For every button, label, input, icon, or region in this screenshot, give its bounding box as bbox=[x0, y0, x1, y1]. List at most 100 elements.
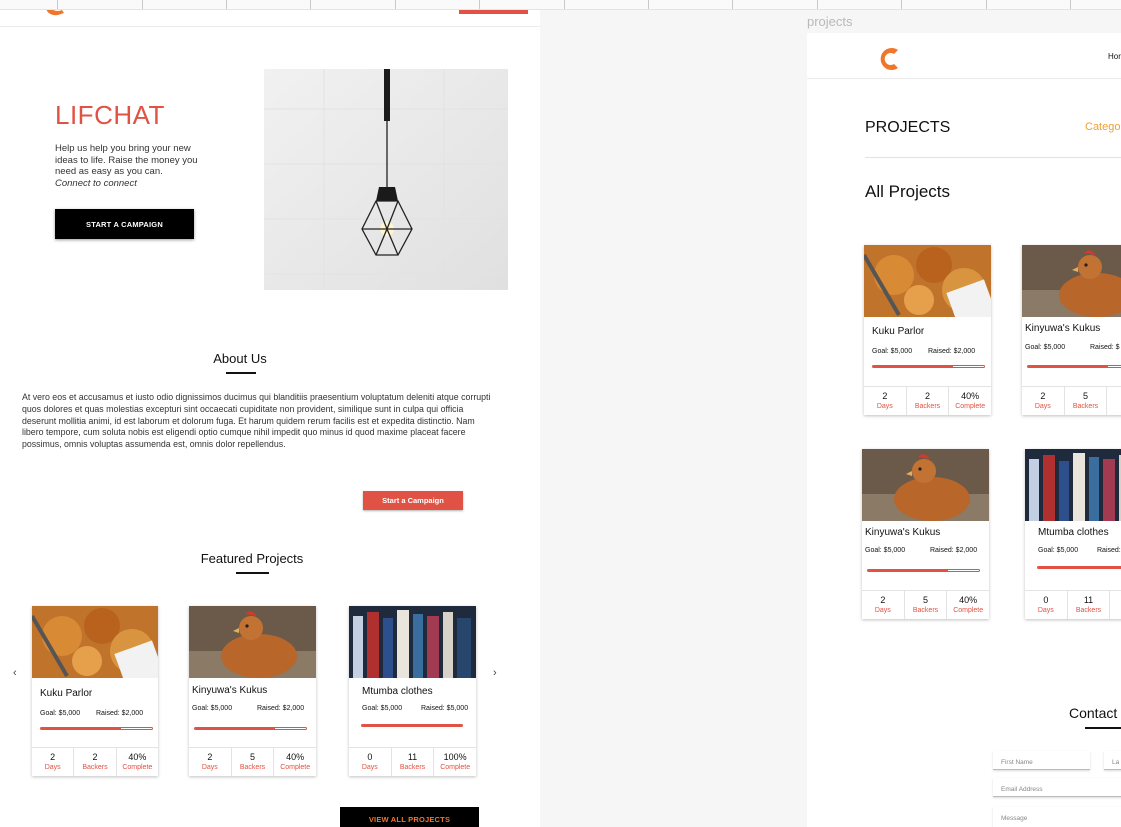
hero-title: LIFCHAT bbox=[55, 100, 165, 130]
stat-label: Backers bbox=[914, 403, 941, 410]
project-raised: Raised: $5,000 bbox=[421, 705, 469, 712]
stat-value: 2 bbox=[207, 752, 213, 762]
header-button-remnant[interactable] bbox=[459, 10, 528, 14]
contact-heading: Contact bbox=[1069, 705, 1118, 721]
project-goal: Goal: $5,000 bbox=[1038, 547, 1079, 554]
stat-label: Backers bbox=[82, 764, 108, 771]
artboard-label[interactable]: projects bbox=[807, 14, 853, 29]
stat-value: 40% bbox=[286, 752, 305, 762]
project-goal: Goal: $5,000 bbox=[1025, 344, 1066, 351]
hen-image bbox=[189, 606, 316, 678]
start-campaign-secondary-button[interactable]: Start a Campaign bbox=[363, 491, 463, 510]
fried-chicken-image bbox=[32, 606, 158, 678]
stat-backers: 11 Backers bbox=[392, 748, 435, 776]
stat-label: Complete bbox=[280, 764, 311, 771]
stat-label: Co bbox=[1110, 607, 1121, 614]
stat-days: 2 Days bbox=[32, 748, 75, 776]
ruler-tick bbox=[57, 0, 58, 9]
stat-label: Complete bbox=[122, 764, 153, 771]
funding-progress-bar bbox=[1027, 365, 1121, 368]
nav-home-link[interactable]: Hor bbox=[1108, 52, 1121, 61]
progress-fill bbox=[1038, 567, 1121, 568]
project-stats: 2 Days 5 Backers 40% Complete bbox=[862, 590, 989, 619]
project-stats: 0 Days 11 Backers 100% Complete bbox=[349, 747, 476, 776]
stat-backers: 2 Backers bbox=[907, 387, 950, 415]
project-name: Mtumba clothes bbox=[1038, 527, 1109, 538]
project-raised: Raised: $2,000 bbox=[930, 547, 978, 554]
project-card[interactable]: Kinyuwa's Kukus Goal: $5,000 Raised: $2,… bbox=[862, 449, 989, 619]
stat-value: 0 bbox=[367, 752, 373, 762]
project-name: Kuku Parlor bbox=[872, 326, 925, 337]
projects-artboard: Hor PROJECTS Catego All Projects Kuku Pa… bbox=[807, 33, 1121, 827]
stat-days: 0 Days bbox=[1025, 591, 1068, 619]
progress-fill bbox=[41, 728, 121, 729]
email-field[interactable]: Email Address bbox=[993, 778, 1121, 797]
stat-value: 5 bbox=[1083, 391, 1089, 401]
stat-complete: 4 Co bbox=[1107, 387, 1121, 415]
funding-progress-bar bbox=[867, 569, 980, 572]
project-raised: Raised: $ bbox=[1090, 344, 1120, 351]
start-campaign-button[interactable]: START A CAMPAIGN bbox=[55, 209, 194, 239]
project-card[interactable]: Kinyuwa's Kukus Goal: $5,000 Raised: $ 2… bbox=[1022, 245, 1121, 415]
stat-label: Backers bbox=[239, 764, 266, 771]
view-all-projects-button[interactable]: VIEW ALL PROJECTS bbox=[340, 807, 479, 827]
project-stats: 2 Days 5 Backers 4 Co bbox=[1022, 386, 1121, 415]
stat-label: Days bbox=[44, 764, 61, 771]
project-name: Kinyuwa's Kukus bbox=[192, 685, 268, 696]
stat-label: Days bbox=[874, 607, 891, 614]
project-goal: Goal: $5,000 bbox=[362, 705, 403, 712]
logo[interactable] bbox=[44, 10, 66, 18]
project-card[interactable]: Mtumba clothes Goal: $5,000 Raised: 0 Day… bbox=[1025, 449, 1121, 619]
logo[interactable] bbox=[877, 45, 903, 73]
ruler-tick bbox=[564, 0, 565, 9]
stat-days: 2 Days bbox=[189, 748, 232, 776]
stat-value: 40% bbox=[128, 752, 147, 762]
carousel-prev-icon[interactable]: ‹ bbox=[13, 667, 17, 679]
stat-label: Backers bbox=[1072, 403, 1099, 410]
featured-underline bbox=[236, 572, 269, 574]
featured-heading: Featured Projects bbox=[200, 551, 304, 566]
contact-underline bbox=[1085, 727, 1121, 729]
about-heading: About Us bbox=[213, 351, 267, 366]
stat-value: 2 bbox=[1040, 391, 1046, 401]
project-card[interactable]: Mtumba clothes Goal: $5,000 Raised: $5,0… bbox=[349, 606, 476, 776]
header-divider bbox=[807, 78, 1121, 79]
stat-value: 2 bbox=[92, 752, 98, 762]
stat-backers: 2 Backers bbox=[74, 748, 117, 776]
carousel-next-icon[interactable]: › bbox=[493, 667, 497, 679]
project-goal: Goal: $5,000 bbox=[865, 547, 906, 554]
category-dropdown[interactable]: Catego bbox=[1085, 121, 1120, 133]
project-raised: Raised: $2,000 bbox=[928, 348, 976, 355]
first-name-field[interactable]: First Name bbox=[993, 751, 1090, 770]
stat-value: 5 bbox=[923, 595, 929, 605]
stat-days: 2 Days bbox=[862, 591, 905, 619]
project-stats: 2 Days 2 Backers 40% Complete bbox=[864, 386, 991, 415]
home-artboard: LIFCHAT Help us help you bring your new … bbox=[0, 10, 540, 827]
message-field[interactable]: Message bbox=[993, 807, 1121, 827]
hen-image bbox=[1022, 245, 1121, 317]
project-card[interactable]: Kuku Parlor Goal: $5,000 Raised: $2,000 … bbox=[32, 606, 158, 776]
project-name: Kuku Parlor bbox=[40, 688, 93, 699]
stat-complete: 40% Complete bbox=[949, 387, 991, 415]
last-name-field[interactable]: La bbox=[1104, 751, 1121, 770]
project-raised: Raised: $2,000 bbox=[96, 710, 144, 717]
stat-label: Complete bbox=[955, 403, 986, 410]
stat-value: 40% bbox=[959, 595, 978, 605]
about-underline bbox=[226, 372, 256, 374]
ruler-tick bbox=[310, 0, 311, 9]
stat-days: 2 Days bbox=[1022, 387, 1065, 415]
progress-fill bbox=[1028, 366, 1108, 367]
stat-label: Days bbox=[1037, 607, 1054, 614]
stat-backers: 5 Backers bbox=[905, 591, 948, 619]
project-card[interactable]: Kuku Parlor Goal: $5,000 Raised: $2,000 … bbox=[864, 245, 991, 415]
stat-days: 2 Days bbox=[864, 387, 907, 415]
project-card[interactable]: Kinyuwa's Kukus Goal: $5,000 Raised: $2,… bbox=[189, 606, 316, 776]
funding-progress-bar bbox=[194, 727, 307, 730]
stat-value: 2 bbox=[925, 391, 931, 401]
progress-fill bbox=[362, 725, 462, 726]
hen-image bbox=[862, 449, 989, 521]
stat-value: 2 bbox=[882, 391, 888, 401]
stat-label: Backers bbox=[912, 607, 939, 614]
stat-value: 5 bbox=[250, 752, 256, 762]
progress-fill bbox=[868, 570, 948, 571]
